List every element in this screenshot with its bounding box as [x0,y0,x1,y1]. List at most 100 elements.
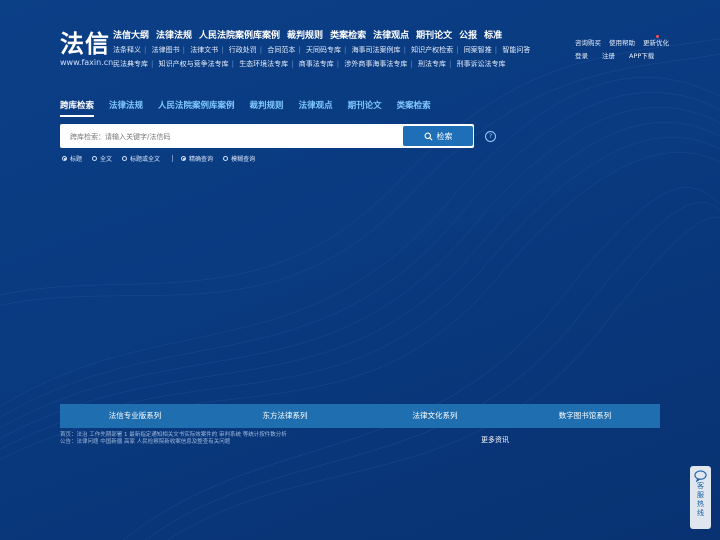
sub-nav-row2: 民法典专库 | 知识产权与竞争法专库 | 生态环境法专库 | 商事法专库 | 涉外商事海… [113,57,533,71]
service-char: 热 [697,500,704,508]
series-faxin-pro[interactable]: 法信专业版系列 [60,404,210,428]
nav-item-similar-cases[interactable]: 类案检索 [330,28,366,41]
login-link[interactable]: 登录 [575,50,588,60]
subnav-item[interactable]: 涉外商事海事法专库 [344,60,407,68]
news-item[interactable]: 首页：法治 工作先期部署 1 最新指定通知相关文书实际效案件的 审判系统 等统计… [60,432,287,439]
search-input[interactable] [68,124,402,150]
option-exact[interactable]: 精确查询 [181,154,213,163]
option-label: 模糊查询 [231,156,256,163]
app-download-link[interactable]: APP下载 [629,50,654,60]
subnav-item[interactable]: 知识产权与竞争法专库 [159,60,229,68]
search-icon [424,132,432,140]
option-fuzzy[interactable]: 模糊查询 [223,154,255,163]
subnav-item[interactable]: 海事司法案例库 [352,46,401,54]
new-badge-dot [656,35,659,38]
service-char: 客 [697,482,704,490]
subnav-item[interactable]: 智能问答 [502,46,530,54]
series-dongfang-law[interactable]: 东方法律系列 [210,404,360,428]
radio-icon [223,156,229,161]
option-fulltext[interactable]: 全文 [92,154,112,163]
customer-service-hotline[interactable]: 客 服 热 线 [690,466,711,529]
radio-icon [181,156,187,161]
nav-item-court-cases[interactable]: 人民法院案例库案例 [199,28,280,41]
nav-item-judgment-rules[interactable]: 裁判规则 [287,28,323,41]
option-title[interactable]: 标题 [62,154,82,163]
divider: | [291,60,294,68]
divider: | [448,60,452,68]
service-char: 线 [697,509,704,517]
tab-legal-opinions[interactable]: 法律观点 [299,99,333,117]
service-char: 服 [697,491,704,499]
subnav-item[interactable]: 法律图书 [152,46,180,54]
help-icon[interactable]: ? [485,131,496,142]
tab-court-cases[interactable]: 人民法院案例库案例 [158,99,235,117]
divider: | [259,46,263,54]
subnav-item[interactable]: 合同范本 [267,46,295,54]
consult-purchase-link[interactable]: 咨询购买 [575,37,601,47]
divider [172,155,174,162]
divider: | [343,46,347,54]
tab-similar-cases[interactable]: 类案检索 [397,99,431,117]
news-item[interactable]: 公告：法律问题 中国新疆 高家 人民检察院新收案信息及整查有关问题 [60,439,287,446]
divider: | [231,60,234,68]
series-legal-culture[interactable]: 法律文化系列 [360,404,510,428]
help-link[interactable]: 使用帮助 [609,37,635,47]
search-button-label: 检索 [436,131,453,141]
nav-item-legal-opinions[interactable]: 法律观点 [373,28,409,41]
nav-item-gazette[interactable]: 公报 [459,28,477,41]
subnav-item[interactable]: 法律文书 [190,46,218,54]
search-tabs: 跨库检索 法律法规 人民法院案例库案例 裁判规则 法律观点 期刊论文 类案检索 [60,99,446,117]
news-ticker: 首页：法治 工作先期部署 1 最新指定通知相关文书实际效案件的 审判系统 等统计… [60,432,287,446]
subnav-item[interactable]: 生态环境法专库 [239,60,288,68]
search-options: 标题 全文 标题或全文 精确查询 模糊查询 [62,154,265,163]
nav-item-laws[interactable]: 法律法规 [156,28,192,41]
updates-link[interactable]: 更新优化 [643,37,669,47]
tab-cross-database[interactable]: 跨库检索 [60,99,95,117]
option-label: 精确查询 [189,156,214,163]
logo-text: 法信 [60,30,110,58]
radio-icon [62,156,67,161]
divider: | [221,46,224,54]
subnav-item[interactable]: 商事法专库 [299,60,334,68]
chat-bubble-icon [694,470,707,482]
divider: | [456,46,459,54]
divider: | [144,46,147,54]
subnav-item[interactable]: 天同码专库 [306,46,341,54]
divider: | [298,46,301,54]
tab-journals[interactable]: 期刊论文 [348,99,382,117]
subnav-item[interactable]: 刑事诉讼法专库 [457,60,506,68]
faxin-logo[interactable]: 法信 www.faxin.cn [60,30,113,68]
nav-item-outline[interactable]: 法信大纲 [113,28,149,41]
main-nav: 法信大纲 法律法规 人民法院案例库案例 裁判规则 类案检索 法律观点 期刊论文 … [113,28,509,41]
series-digital-library[interactable]: 数字图书馆系列 [510,404,660,428]
search-button[interactable]: 检索 [403,126,473,146]
search-box: 检索 [60,124,474,150]
option-label: 标题 [70,156,83,163]
divider: | [494,46,498,54]
subnav-item[interactable]: 同案智推 [464,46,492,54]
divider: | [151,60,154,68]
nav-item-standards[interactable]: 标准 [484,28,502,41]
option-title-or-fulltext[interactable]: 标题或全文 [122,154,160,163]
tab-laws[interactable]: 法律法规 [109,99,143,117]
more-news-link[interactable]: 更多资讯 [481,435,509,445]
divider: | [410,60,413,68]
subnav-item[interactable]: 民法典专库 [113,60,148,68]
tab-judgment-rules[interactable]: 裁判规则 [250,99,284,117]
logo-url: www.faxin.cn [60,58,114,67]
subnav-item[interactable]: 行政处罚 [229,46,257,54]
register-link[interactable]: 注册 [602,50,615,60]
subnav-item[interactable]: 法条释义 [113,46,141,54]
divider: | [403,46,406,54]
subnav-item[interactable]: 刑法专库 [418,60,446,68]
nav-item-journals[interactable]: 期刊论文 [416,28,452,41]
radio-icon [92,156,98,161]
background-wave-lines [0,38,720,540]
top-links-row1: 咨询购买 使用帮助 更新优化 [575,37,677,47]
option-label: 全文 [100,156,113,163]
top-links-row2: 登录 注册 APP下载 [575,50,662,60]
divider: | [182,46,185,54]
subnav-item[interactable]: 知识产权检索 [411,46,453,54]
sub-nav-row1: 法条释义 | 法律图书 | 法律文书 | 行政处罚 | 合同范本 | 天同码专库 | 海事司… [113,43,533,57]
radio-icon [122,156,128,161]
